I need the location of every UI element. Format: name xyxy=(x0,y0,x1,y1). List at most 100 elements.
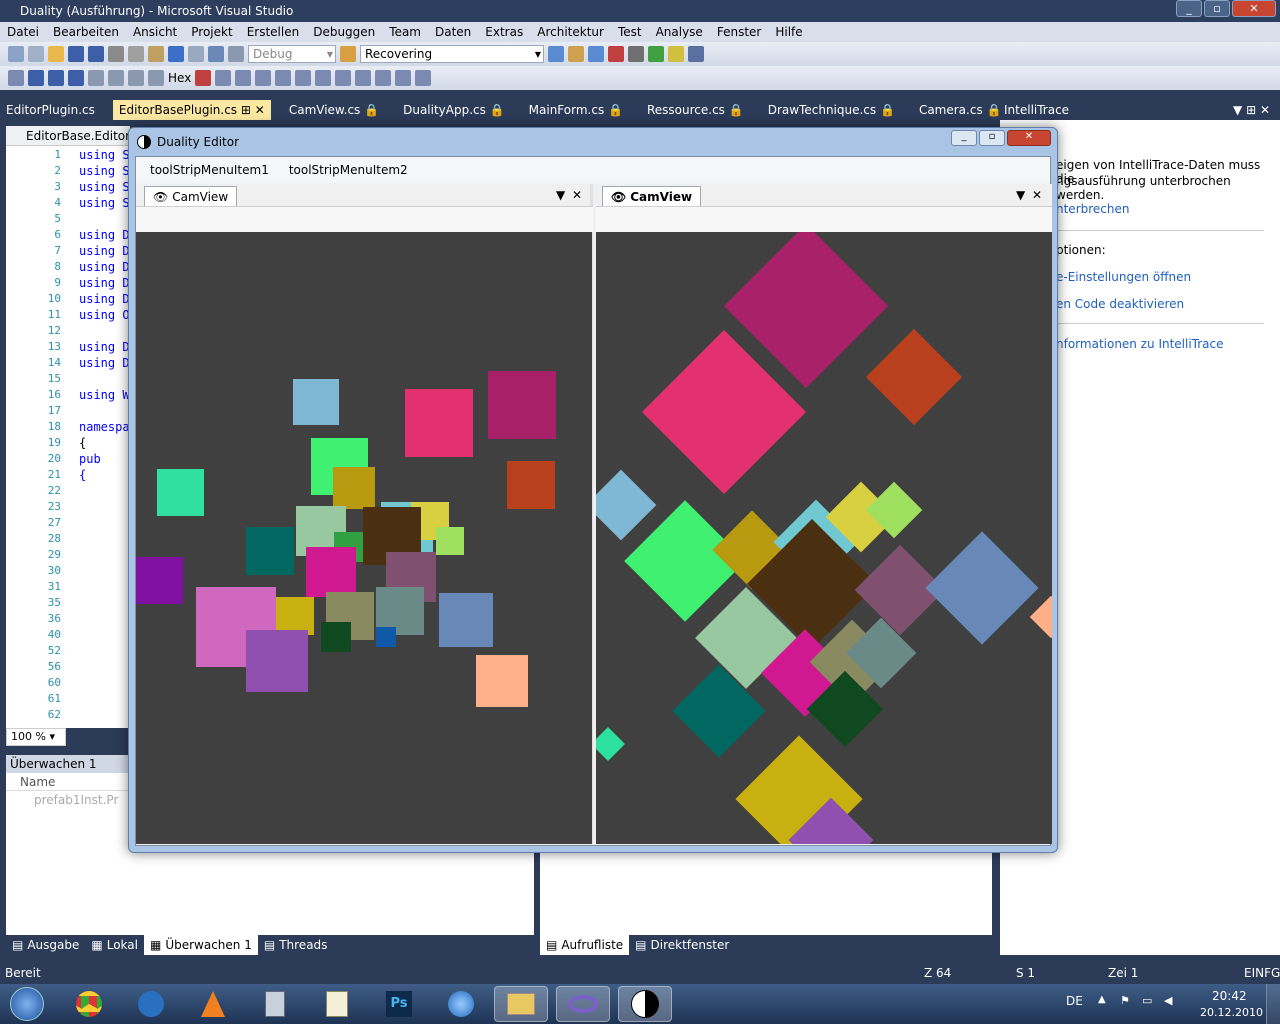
panel-menu-icon[interactable]: ▼ ⊞ ✕ xyxy=(1233,103,1270,117)
maximize-button[interactable]: ▫ xyxy=(1204,0,1230,17)
explorer-icon[interactable] xyxy=(494,986,548,1022)
minimize-button[interactable]: _ xyxy=(1176,0,1202,17)
step-into-icon[interactable] xyxy=(108,70,124,86)
menu-team[interactable]: Team xyxy=(382,25,428,39)
menu-daten[interactable]: Daten xyxy=(428,25,478,39)
nav-bar[interactable]: EditorBase.EditorBa xyxy=(6,126,146,146)
tab-aufrufliste[interactable]: ▤ Aufrufliste xyxy=(540,935,630,955)
menu-test[interactable]: Test xyxy=(611,25,649,39)
new-project-icon[interactable] xyxy=(8,46,24,62)
photoshop-icon[interactable]: Ps xyxy=(372,986,426,1022)
info-link[interactable]: nformationen zu IntelliTrace xyxy=(1056,337,1224,351)
dialog-maximize-button[interactable]: ▫ xyxy=(979,130,1005,146)
tab-threads[interactable]: ▤ Threads xyxy=(258,935,334,955)
next-bookmark-icon[interactable] xyxy=(395,70,412,86)
tool-strip-menu-item-1[interactable]: toolStripMenuItem1 xyxy=(150,163,269,177)
stop-icon[interactable] xyxy=(48,70,64,86)
menu-extras[interactable]: Extras xyxy=(478,25,530,39)
text-editor-icon-3[interactable] xyxy=(255,70,272,86)
comment-icon[interactable] xyxy=(315,70,332,86)
dropdown-icon[interactable]: ▼ xyxy=(1016,188,1025,202)
start-icon[interactable] xyxy=(228,46,244,62)
redo-icon[interactable] xyxy=(188,46,204,62)
disable-code-link[interactable]: en Code deaktivieren xyxy=(1056,297,1184,311)
tab-mainform[interactable]: MainForm.cs 🔒 xyxy=(523,100,629,120)
show-next-statement-icon[interactable] xyxy=(88,70,104,86)
notepad-icon[interactable] xyxy=(310,986,364,1022)
code-editor[interactable]: 1 using S 2 using S 3 using S 4 using S 5 6 using … xyxy=(6,146,130,728)
menu-ansicht[interactable]: Ansicht xyxy=(126,25,184,39)
toolbox-icon[interactable] xyxy=(608,46,624,62)
prev-bookmark-icon[interactable] xyxy=(375,70,392,86)
tool-strip-menu-item-2[interactable]: toolStripMenuItem2 xyxy=(289,163,408,177)
menu-debuggen[interactable]: Debuggen xyxy=(306,25,382,39)
tab-ressource[interactable]: Ressource.cs 🔒 xyxy=(641,100,750,120)
tab-direktfenster[interactable]: ▤ Direktfenster xyxy=(629,935,735,955)
close-button[interactable]: ✕ xyxy=(1232,0,1276,17)
add-item-icon[interactable] xyxy=(28,46,44,62)
config-select[interactable]: Debug ▼ xyxy=(248,45,336,63)
clear-bookmarks-icon[interactable] xyxy=(415,70,432,86)
object-browser-icon[interactable] xyxy=(588,46,604,62)
tab-dualityapp[interactable]: DualityApp.cs 🔒 xyxy=(397,100,511,120)
dropdown-icon[interactable]: ▼ xyxy=(556,188,565,202)
network-icon[interactable]: ⚑ xyxy=(1120,994,1130,1007)
menu-projekt[interactable]: Projekt xyxy=(184,25,239,39)
close-pane-icon[interactable]: ✕ xyxy=(572,188,582,202)
settings-link[interactable]: e-Einstellungen öffnen xyxy=(1056,270,1191,284)
pin-icon[interactable]: ⊞ xyxy=(241,103,251,117)
tab-lokal[interactable]: ▦ Lokal xyxy=(85,935,144,955)
clock-time[interactable]: 20:42 xyxy=(1212,989,1247,1003)
clock-date[interactable]: 20.12.2010 xyxy=(1200,1006,1263,1019)
paste-icon[interactable] xyxy=(148,46,164,62)
step-over-icon[interactable] xyxy=(128,70,144,86)
thunderbird-icon[interactable] xyxy=(124,986,178,1022)
show-desktop-button[interactable] xyxy=(1266,984,1280,1024)
navigate-icon[interactable] xyxy=(208,46,224,62)
text-editor-icon-2[interactable] xyxy=(235,70,252,86)
pause-icon[interactable] xyxy=(28,70,44,86)
text-editor-icon-1[interactable] xyxy=(215,70,232,86)
uncomment-icon[interactable] xyxy=(335,70,352,86)
tab-editorbaseplugin[interactable]: EditorBasePlugin.cs ⊞ ✕ xyxy=(112,100,271,120)
tab-ueberwachen[interactable]: ▦ Überwachen 1 xyxy=(143,935,258,955)
calculator-icon[interactable] xyxy=(248,986,302,1022)
itunes-icon[interactable] xyxy=(434,986,488,1022)
find-icon[interactable] xyxy=(340,46,356,62)
search-combo[interactable]: Recovering ▼ xyxy=(360,45,544,63)
tab-drawtechnique[interactable]: DrawTechnique.cs 🔒 xyxy=(762,100,901,120)
camview-tab-right[interactable]: 👁 CamView xyxy=(602,186,702,206)
cut-icon[interactable] xyxy=(108,46,124,62)
solution-explorer-icon[interactable] xyxy=(548,46,564,62)
extension-icon[interactable] xyxy=(648,46,664,62)
camview-tab-left[interactable]: 👁 CamView xyxy=(144,186,238,206)
continue-icon[interactable] xyxy=(8,70,24,86)
tab-ausgabe[interactable]: ▤ Ausgabe xyxy=(6,935,85,955)
step-out-icon[interactable] xyxy=(148,70,164,86)
close-pane-icon[interactable]: ✕ xyxy=(1032,188,1042,202)
dialog-close-button[interactable]: ✕ xyxy=(1007,130,1051,146)
language-indicator[interactable]: DE xyxy=(1066,994,1083,1008)
tray-arrow-icon[interactable]: ▲ xyxy=(1098,994,1106,1005)
outdent-icon[interactable] xyxy=(295,70,312,86)
menu-datei[interactable]: Datei xyxy=(0,25,46,39)
camview-canvas-left[interactable] xyxy=(136,232,592,844)
undo-icon[interactable] xyxy=(168,46,184,62)
visual-studio-icon[interactable] xyxy=(556,986,610,1022)
display-icon[interactable]: ▭ xyxy=(1142,994,1152,1007)
tab-camview[interactable]: CamView.cs 🔒 xyxy=(283,100,385,120)
vlc-icon[interactable] xyxy=(186,986,240,1022)
duality-icon[interactable] xyxy=(618,986,672,1022)
menu-analyse[interactable]: Analyse xyxy=(649,25,710,39)
tab-camera[interactable]: Camera.cs 🔒 xyxy=(913,100,1008,120)
zoom-select[interactable]: 100 % ▾ xyxy=(6,728,66,746)
volume-icon[interactable]: ◀ xyxy=(1164,994,1172,1007)
menu-hilfe[interactable]: Hilfe xyxy=(768,25,809,39)
start-orb[interactable] xyxy=(2,986,52,1022)
tab-editorplugin[interactable]: EditorPlugin.cs xyxy=(0,100,101,120)
copy-icon[interactable] xyxy=(128,46,144,62)
dialog-minimize-button[interactable]: _ xyxy=(951,130,977,146)
close-tab-icon[interactable]: ✕ xyxy=(255,103,265,117)
menu-architektur[interactable]: Architektur xyxy=(530,25,611,39)
indent-icon[interactable] xyxy=(275,70,292,86)
